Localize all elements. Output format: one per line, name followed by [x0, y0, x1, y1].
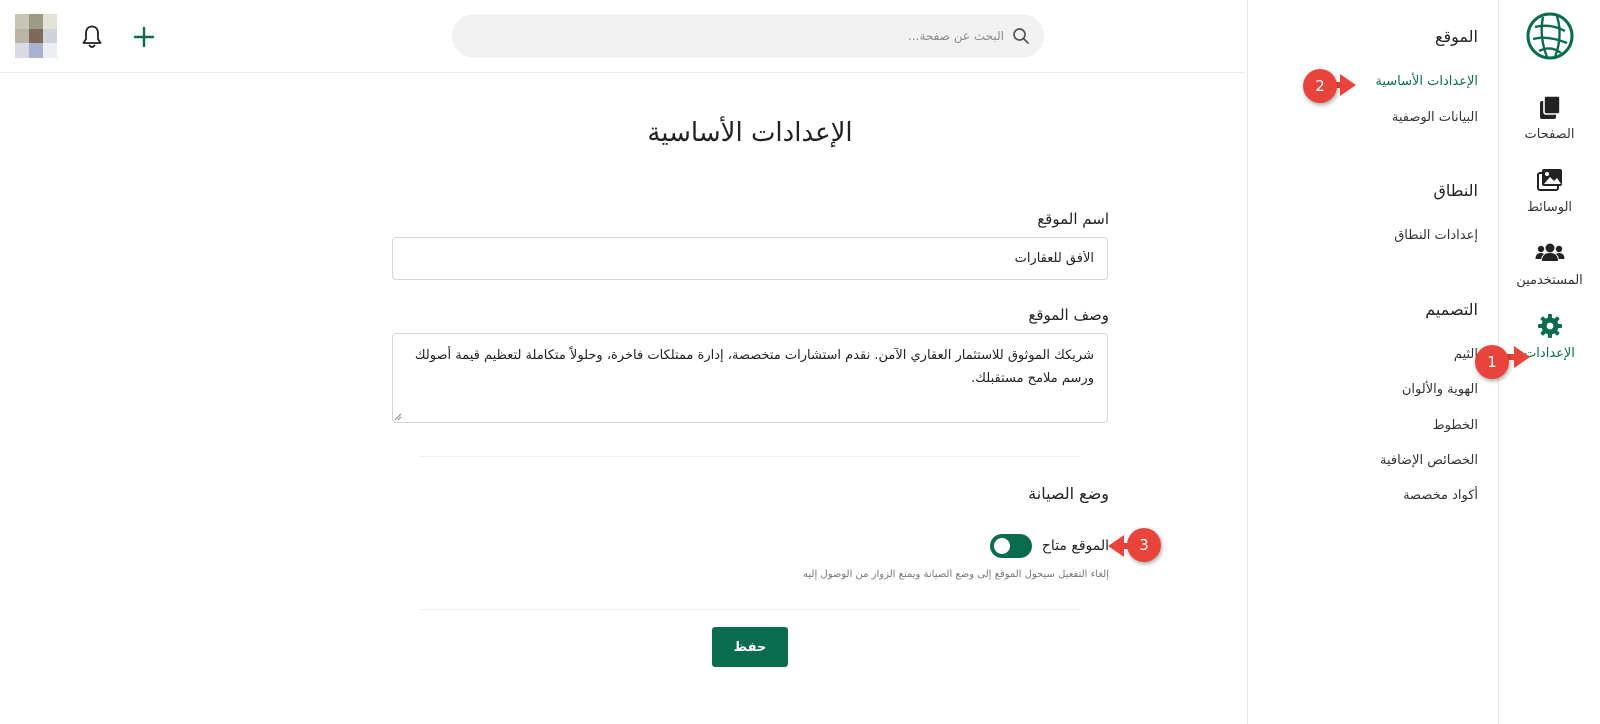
site-available-toggle[interactable] — [989, 534, 1032, 558]
page-title: الإعدادات الأساسية — [647, 118, 853, 148]
rail-label: الصفحات — [1524, 127, 1575, 142]
subnav-link-metadata[interactable]: البيانات الوصفية — [1392, 110, 1478, 125]
divider — [420, 609, 1080, 610]
subnav-heading-design: التصميم — [1425, 300, 1478, 319]
rail-item-users[interactable]: المستخدمين — [1499, 237, 1600, 288]
search-input[interactable] — [464, 29, 1004, 43]
annotation-badge-3: 3 — [1127, 528, 1161, 562]
avatar[interactable] — [15, 14, 57, 58]
bell-icon[interactable] — [80, 24, 104, 50]
rail-item-pages[interactable]: الصفحات — [1499, 91, 1600, 142]
logo-icon — [1526, 12, 1573, 60]
rail-label: الوسائط — [1526, 200, 1573, 215]
search-icon — [1013, 28, 1029, 44]
images-icon — [1534, 164, 1566, 196]
maintenance-toggle-row: الموقع متاح — [989, 534, 1109, 558]
site-name-field[interactable] — [392, 237, 1108, 280]
subnav-link-custom-code[interactable]: أكواد مخصصة — [1403, 488, 1478, 503]
pages-icon — [1534, 91, 1566, 123]
site-description-label: وصف الموقع — [1028, 306, 1109, 324]
rail-label: المستخدمين — [1516, 273, 1583, 288]
resize-grip-icon[interactable] — [394, 413, 402, 421]
annotation-badge-2: 2 — [1303, 69, 1337, 103]
annotation-badge-1: 1 — [1475, 345, 1509, 379]
top-bar — [0, 0, 1245, 73]
subnav-link-domain-settings[interactable]: إعدادات النطاق — [1394, 228, 1478, 243]
subnav-link-branding-colors[interactable]: الهوية والألوان — [1402, 382, 1478, 397]
rail-item-media[interactable]: الوسائط — [1499, 164, 1600, 215]
save-button[interactable]: حفظ — [712, 627, 788, 667]
site-name-label: اسم الموقع — [1037, 210, 1109, 228]
subnav-link-basic-settings[interactable]: الإعدادات الأساسية — [1375, 74, 1478, 89]
settings-subnav: الموقع الإعدادات الأساسية البيانات الوصف… — [1247, 0, 1497, 724]
search-bar[interactable] — [452, 14, 1044, 58]
gear-icon — [1534, 310, 1566, 342]
divider — [420, 456, 1080, 457]
site-description-field[interactable]: شريكك الموثوق للاستثمار العقاري الآمن. ن… — [392, 333, 1108, 423]
users-icon — [1534, 237, 1566, 269]
subnav-heading-site: الموقع — [1435, 27, 1478, 46]
maintenance-help-text: إلغاء التفعيل سيحول الموقع إلى وضع الصيا… — [803, 569, 1109, 580]
maintenance-heading: وضع الصيانة — [1028, 484, 1109, 503]
toggle-label: الموقع متاح — [1041, 538, 1109, 554]
subnav-link-extra-properties[interactable]: الخصائص الإضافية — [1380, 453, 1478, 468]
plus-icon[interactable] — [131, 24, 157, 50]
subnav-heading-domain: النطاق — [1433, 181, 1478, 200]
toggle-knob — [993, 538, 1010, 554]
subnav-link-fonts[interactable]: الخطوط — [1433, 418, 1478, 433]
globe-leaf-logo[interactable] — [1525, 11, 1575, 61]
